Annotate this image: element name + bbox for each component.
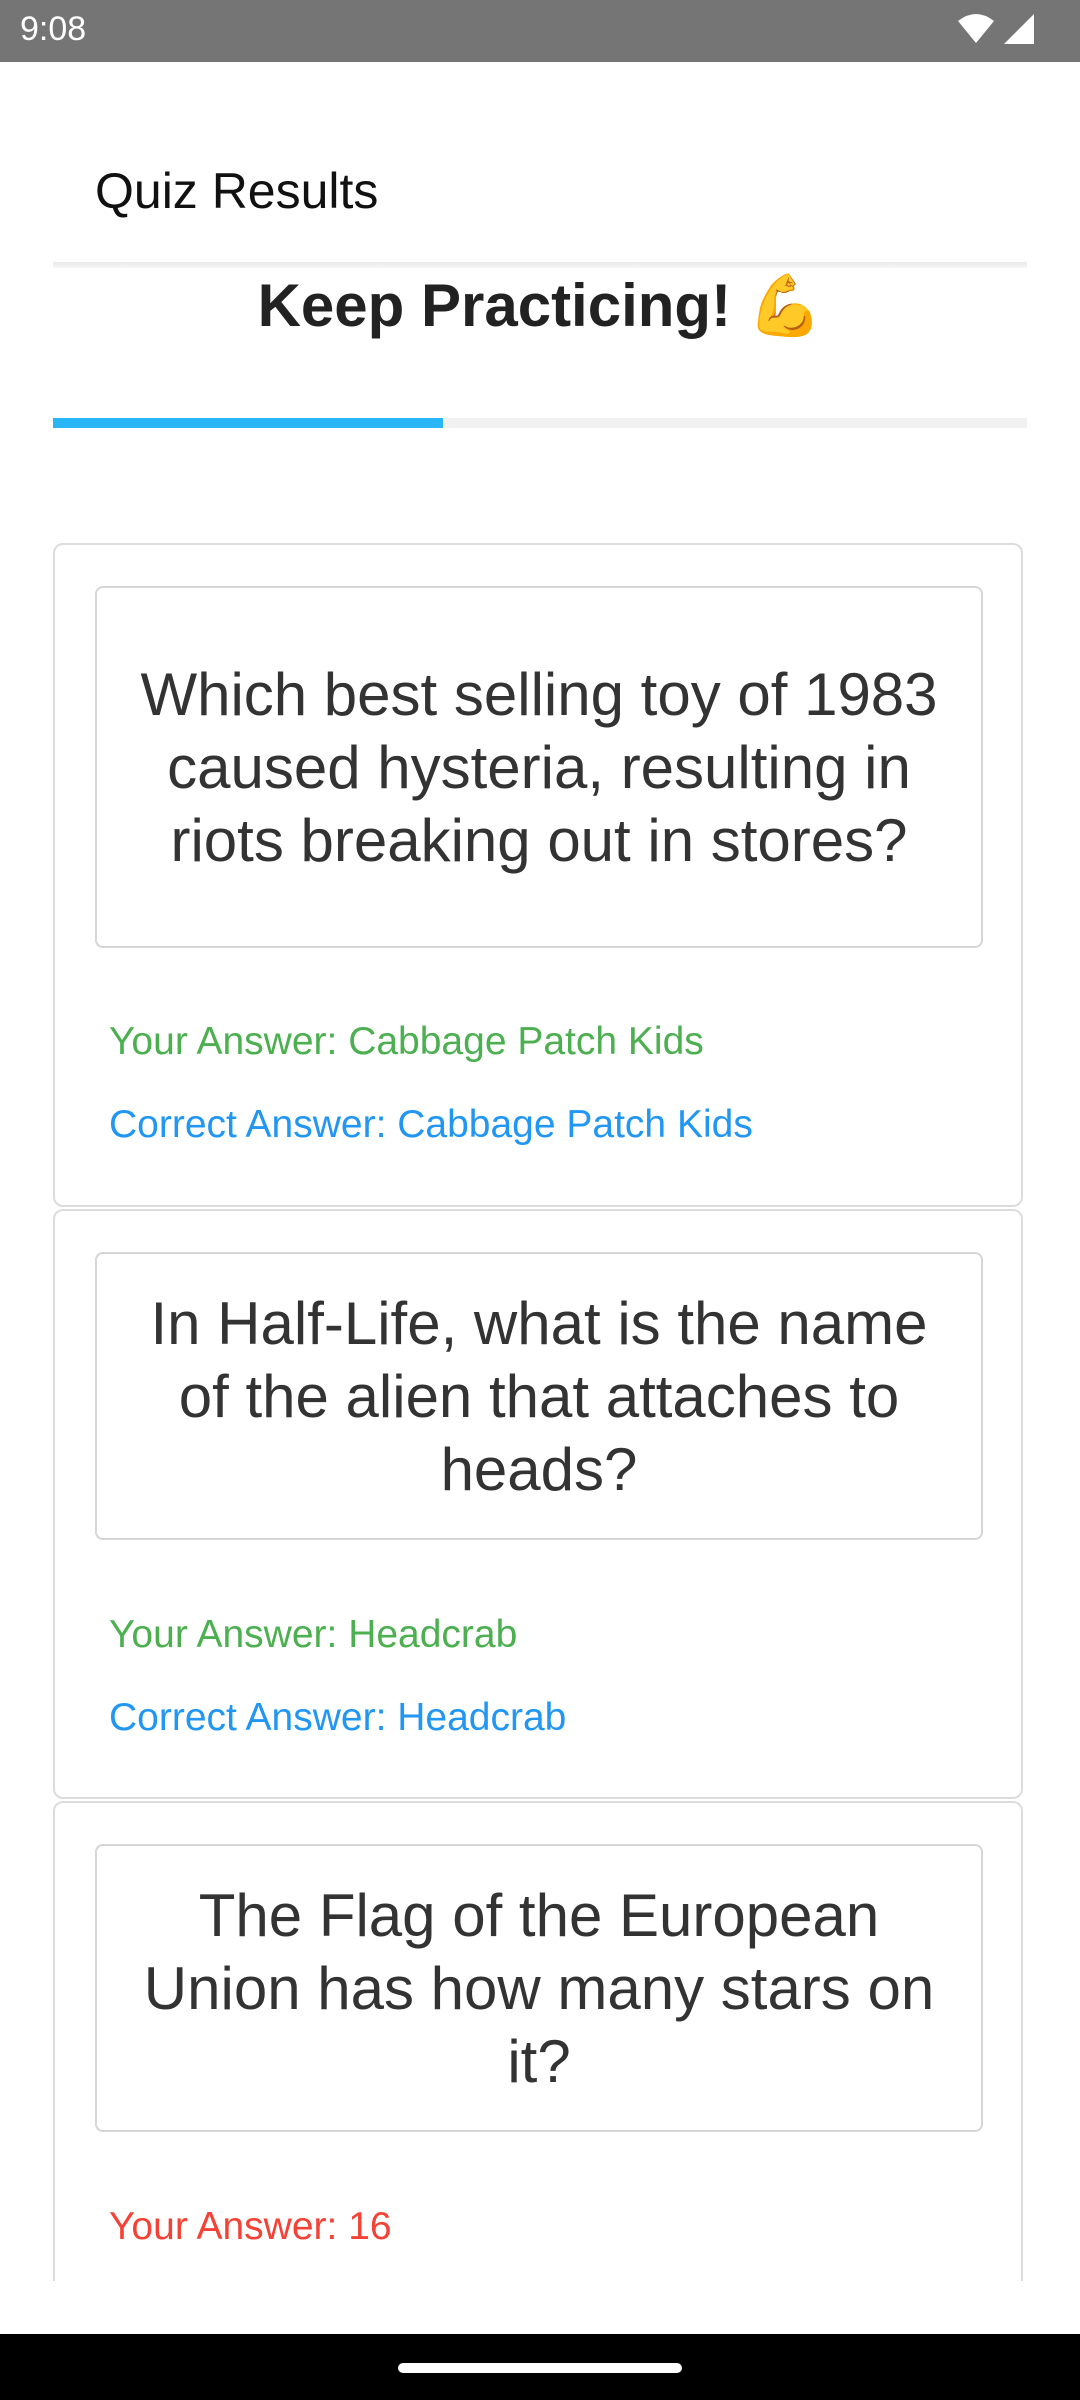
your-answer: Your Answer: 16 bbox=[109, 2205, 392, 2248]
status-bar: 9:08 bbox=[0, 0, 1080, 62]
question-card: In Half-Life, what is the name of the al… bbox=[53, 1209, 1023, 1799]
header-divider bbox=[53, 262, 1027, 268]
score-progress-bar bbox=[53, 418, 1027, 428]
navigation-bar bbox=[0, 2334, 1080, 2400]
question-card: The Flag of the European Union has how m… bbox=[53, 1801, 1023, 2281]
correct-answer: Correct Answer: Cabbage Patch Kids bbox=[109, 1103, 753, 1146]
score-progress-fill bbox=[53, 418, 443, 428]
status-time: 9:08 bbox=[20, 10, 87, 48]
your-answer: Your Answer: Headcrab bbox=[109, 1613, 518, 1656]
status-icons bbox=[956, 12, 1036, 46]
results-heading: Keep Practicing! 💪 bbox=[257, 272, 823, 339]
app-header: Quiz Results bbox=[53, 62, 1027, 262]
question-text: Which best selling toy of 1983 caused hy… bbox=[95, 586, 983, 948]
your-answer: Your Answer: Cabbage Patch Kids bbox=[109, 1020, 704, 1063]
question-text: In Half-Life, what is the name of the al… bbox=[95, 1252, 983, 1540]
question-text: The Flag of the European Union has how m… bbox=[95, 1844, 983, 2132]
home-gesture-handle[interactable] bbox=[398, 2363, 682, 2373]
signal-icon bbox=[1004, 14, 1034, 44]
correct-answer: Correct Answer: Headcrab bbox=[109, 1696, 567, 1739]
wifi-icon bbox=[958, 14, 994, 43]
question-card: Which best selling toy of 1983 caused hy… bbox=[53, 543, 1023, 1207]
page-title: Quiz Results bbox=[95, 163, 379, 219]
